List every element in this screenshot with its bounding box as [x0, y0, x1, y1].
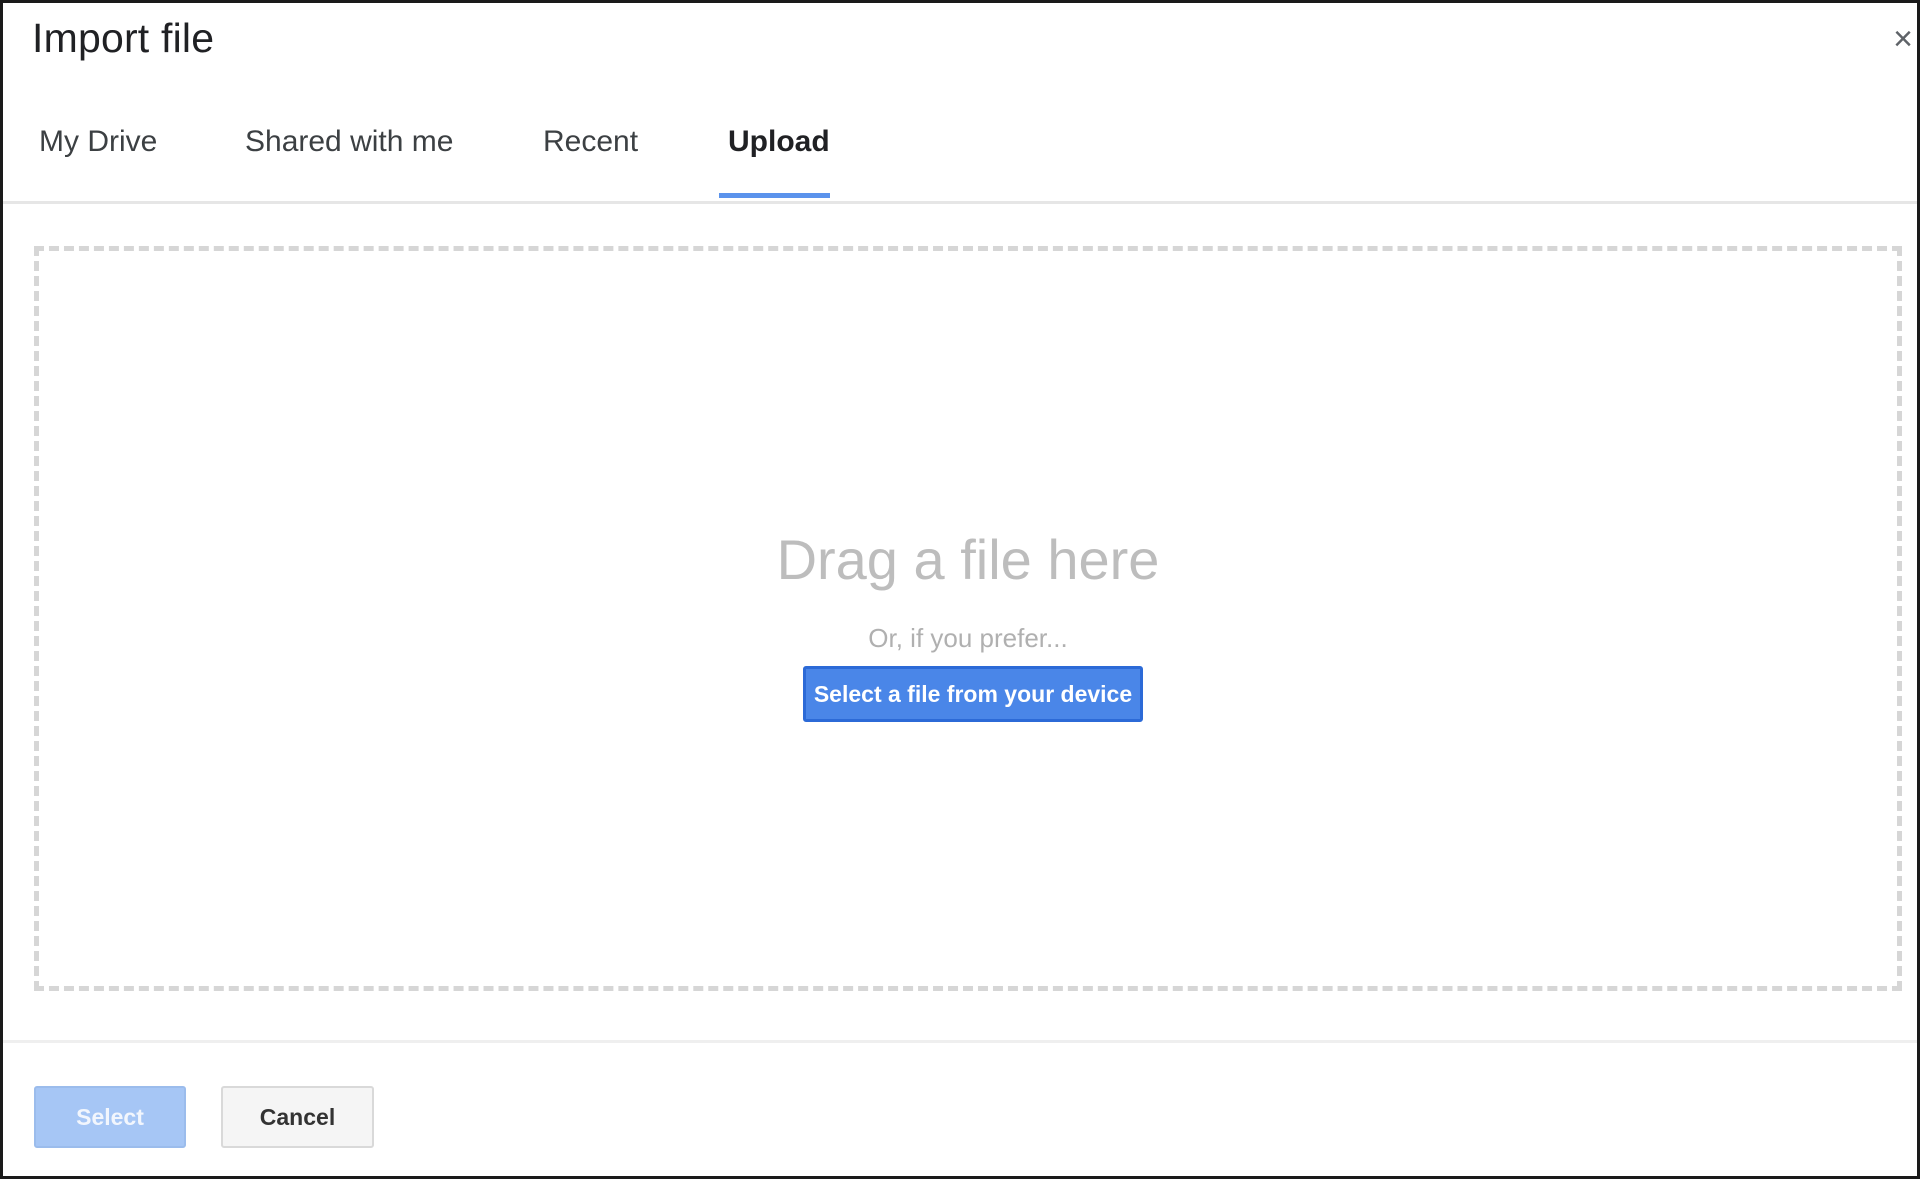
close-icon[interactable]: ×	[1889, 19, 1917, 59]
active-tab-indicator	[719, 193, 830, 198]
tab-my-drive[interactable]: My Drive	[39, 125, 157, 159]
tab-shared-with-me[interactable]: Shared with me	[245, 125, 453, 159]
prefer-text: Or, if you prefer...	[868, 623, 1068, 653]
drag-file-text: Drag a file here	[776, 528, 1160, 591]
tab-upload[interactable]: Upload	[728, 125, 830, 159]
cancel-button[interactable]: Cancel	[221, 1086, 374, 1148]
file-drop-zone[interactable]: Drag a file here Or, if you prefer... Se…	[34, 246, 1902, 991]
dialog-title: Import file	[32, 15, 215, 61]
select-file-from-device-button[interactable]: Select a file from your device	[803, 666, 1143, 722]
tab-recent[interactable]: Recent	[543, 125, 638, 159]
import-file-dialog: Import file × My Drive Shared with me Re…	[0, 0, 1920, 1179]
tab-bar: My Drive Shared with me Recent Upload	[3, 115, 1917, 204]
select-button[interactable]: Select	[34, 1086, 186, 1148]
footer-divider	[3, 1040, 1917, 1043]
